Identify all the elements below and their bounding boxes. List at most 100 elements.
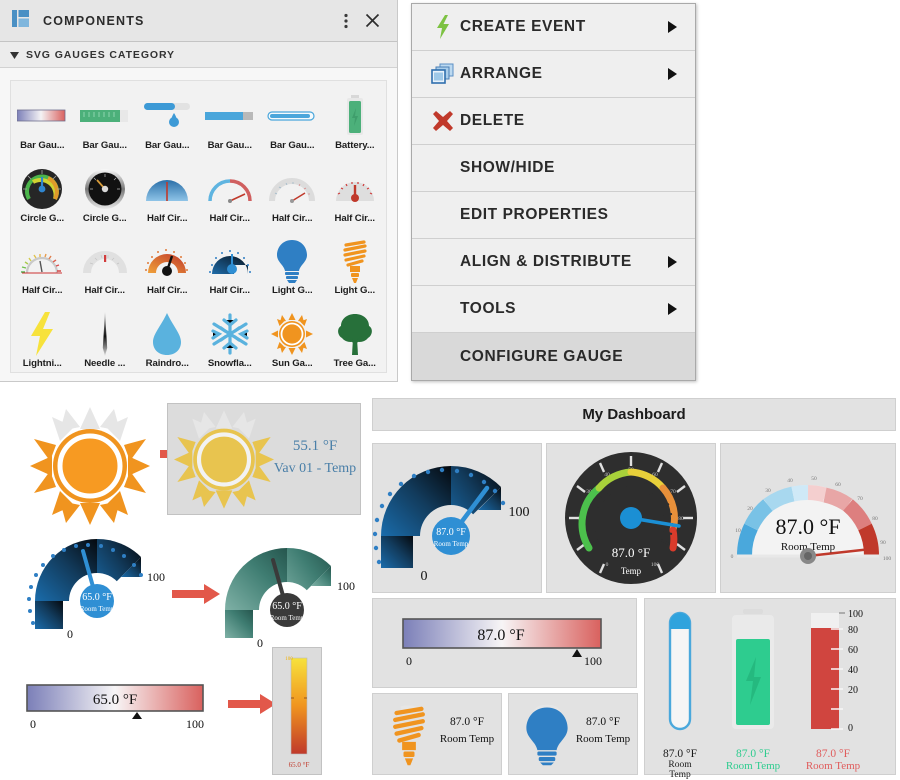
component-item[interactable]: Half Cir... — [324, 154, 387, 227]
component-label: Lightni... — [22, 358, 62, 369]
arc-gauge-min: 0 — [421, 569, 428, 584]
sun-gauge-icon — [263, 312, 321, 356]
component-label: Half Cir... — [84, 285, 126, 297]
component-item[interactable]: Tree Ga... — [324, 299, 387, 372]
demo-bar-value: 65.0 °F — [93, 692, 137, 708]
demo-bar-gauge[interactable]: 65.0 °F 0 100 — [25, 683, 225, 736]
circle-gauge-value: 87.0 °F — [612, 545, 650, 560]
more-options-icon[interactable] — [333, 8, 359, 34]
dashboard-card-arc-gauge[interactable]: 87.0 °F Room Temp 100 0 — [372, 443, 542, 593]
demo-thermo-panel[interactable]: 100 65.0 °F — [272, 647, 322, 775]
submenu-arrow-icon — [668, 21, 677, 33]
svg-text:70: 70 — [857, 496, 863, 502]
svg-text:10: 10 — [735, 528, 741, 534]
component-item[interactable]: Half Cir... — [261, 154, 324, 227]
dashboard-card-circle-gauge[interactable]: 50 40 60 30 70 20 80 10 90 0 100 87.0 °F Temp — [546, 443, 716, 593]
tree-gauge-icon — [326, 312, 384, 356]
close-icon[interactable] — [359, 8, 385, 34]
component-label: Bar Gau... — [82, 139, 127, 151]
svg-text:30: 30 — [765, 488, 771, 494]
component-item[interactable]: Bar Gau... — [74, 81, 137, 154]
dashboard-header: My Dashboard — [372, 398, 896, 431]
component-label: Bar Gau... — [20, 139, 65, 151]
menu-item-edit-properties[interactable]: EDIT PROPERTIES — [412, 192, 695, 239]
component-item[interactable]: Half Cir... — [199, 154, 262, 227]
arrange-windows-icon — [426, 59, 460, 89]
dashboard-card-vertical-gauges[interactable]: 87.0 °F Room Temp 87.0 °F Room Temp 100 … — [644, 598, 896, 780]
component-item[interactable]: Lightni... — [11, 299, 74, 372]
svg-text:60: 60 — [848, 645, 858, 656]
battery-gauge-icon — [326, 94, 384, 138]
menu-item-tools[interactable]: TOOLS — [412, 286, 695, 333]
demo-arc-right-max: 100 — [337, 579, 355, 593]
demo-arc-gauge-left[interactable]: 65.0 °F Room Temp 100 0 — [22, 523, 172, 646]
menu-item-align-distribute[interactable]: ALIGN & DISTRIBUTE — [412, 239, 695, 286]
arc-gauge-max: 100 — [509, 505, 530, 520]
component-label: Bar Gau... — [270, 139, 315, 151]
half-circle-red-needle-icon — [326, 167, 384, 211]
dashboard-card-bulb[interactable]: 87.0 °F Room Temp — [508, 693, 638, 775]
context-menu: CREATE EVENT ARRANGE DELETE SHOW/HIDE ED… — [411, 3, 696, 381]
bar-gauge-value: 87.0 °F — [477, 627, 524, 644]
demo-bar-min: 0 — [30, 717, 36, 731]
component-item[interactable]: Bar Gau... — [136, 81, 199, 154]
component-item[interactable]: Needle ... — [74, 299, 137, 372]
components-panel: COMPONENTS SVG GAUGES CATEGORY Bar Gau..… — [0, 0, 398, 382]
sun-source-gauge[interactable] — [30, 407, 150, 530]
component-item[interactable]: Bar Gau... — [11, 81, 74, 154]
svg-text:0: 0 — [731, 554, 734, 560]
dashboard-card-bar-gauge[interactable]: 87.0 °F 0 100 — [372, 598, 637, 688]
half-circle-blue-red-icon — [201, 167, 259, 211]
bar-gauge-rounded-icon — [263, 94, 321, 138]
component-item[interactable]: Half Cir... — [199, 227, 262, 300]
menu-item-delete[interactable]: DELETE — [412, 98, 695, 145]
battery-gauge[interactable]: 87.0 °F Room Temp — [725, 609, 781, 772]
delete-x-icon — [426, 106, 460, 136]
bulb-label: Room Temp — [575, 733, 631, 745]
bar-gauge-green-ticks-icon — [76, 94, 134, 138]
dashboard-card-cfl[interactable]: 87.0 °F Room Temp — [372, 693, 502, 775]
component-item[interactable]: Light G... — [324, 227, 387, 300]
component-item[interactable]: Half Cir... — [136, 154, 199, 227]
menu-item-configure-gauge[interactable]: CONFIGURE GAUGE — [412, 333, 695, 380]
components-title: COMPONENTS — [43, 13, 145, 28]
menu-icon-placeholder — [426, 200, 460, 230]
component-label: Half Cir... — [334, 212, 376, 224]
dashboard-card-half-gauge[interactable]: 0 10 20 30 40 50 60 70 80 90 100 87.0 °F Room T… — [720, 443, 896, 593]
demo-arc-left-min: 0 — [67, 627, 73, 641]
svg-text:80: 80 — [678, 516, 684, 522]
component-item[interactable]: Circle G... — [74, 154, 137, 227]
menu-item-label: CONFIGURE GAUGE — [460, 347, 624, 365]
demo-area: 55.1 °F Vav 01 - Temp 65.0 °F Room Temp … — [0, 395, 370, 779]
demo-arc-left-max: 100 — [147, 570, 165, 584]
component-item[interactable]: Snowfla... — [199, 299, 262, 372]
component-item[interactable]: Half Cir... — [11, 227, 74, 300]
component-item[interactable]: Circle G... — [11, 154, 74, 227]
component-item[interactable]: Bar Gau... — [199, 81, 262, 154]
svg-text:100: 100 — [651, 562, 660, 568]
bar-gauge-max: 100 — [584, 654, 602, 668]
demo-arc-gauge-right[interactable]: 65.0 °F Room Temp 100 0 — [212, 532, 362, 655]
svg-gauges-category-header[interactable]: SVG GAUGES CATEGORY — [0, 42, 397, 68]
dashboard-title: My Dashboard — [582, 406, 686, 423]
vertical-bar-gauge[interactable]: 100 80 60 40 20 0 87.0 °F Room Temp — [803, 609, 879, 772]
component-label: Needle ... — [84, 358, 126, 369]
sun-target-panel[interactable]: 55.1 °F Vav 01 - Temp — [167, 403, 361, 515]
component-item[interactable]: Raindro... — [136, 299, 199, 372]
thermometer-gauge[interactable]: 87.0 °F Room Temp — [657, 609, 703, 780]
component-item[interactable]: Half Cir... — [74, 227, 137, 300]
menu-item-arrange[interactable]: ARRANGE — [412, 51, 695, 98]
bulb-value: 87.0 °F — [586, 716, 620, 728]
component-item[interactable]: Light G... — [261, 227, 324, 300]
demo-bar-max: 100 — [186, 717, 204, 731]
caret-down-icon — [10, 46, 19, 64]
component-item[interactable]: Bar Gau... — [261, 81, 324, 154]
menu-item-label: ARRANGE — [460, 65, 543, 82]
component-item[interactable]: Battery... — [324, 81, 387, 154]
svg-text:60: 60 — [835, 482, 841, 488]
menu-item-show-hide[interactable]: SHOW/HIDE — [412, 145, 695, 192]
component-item[interactable]: Sun Ga... — [261, 299, 324, 372]
circle-gauge-chrome-icon — [76, 167, 134, 211]
component-item[interactable]: Half Cir... — [136, 227, 199, 300]
menu-item-create-event[interactable]: CREATE EVENT — [412, 4, 695, 51]
